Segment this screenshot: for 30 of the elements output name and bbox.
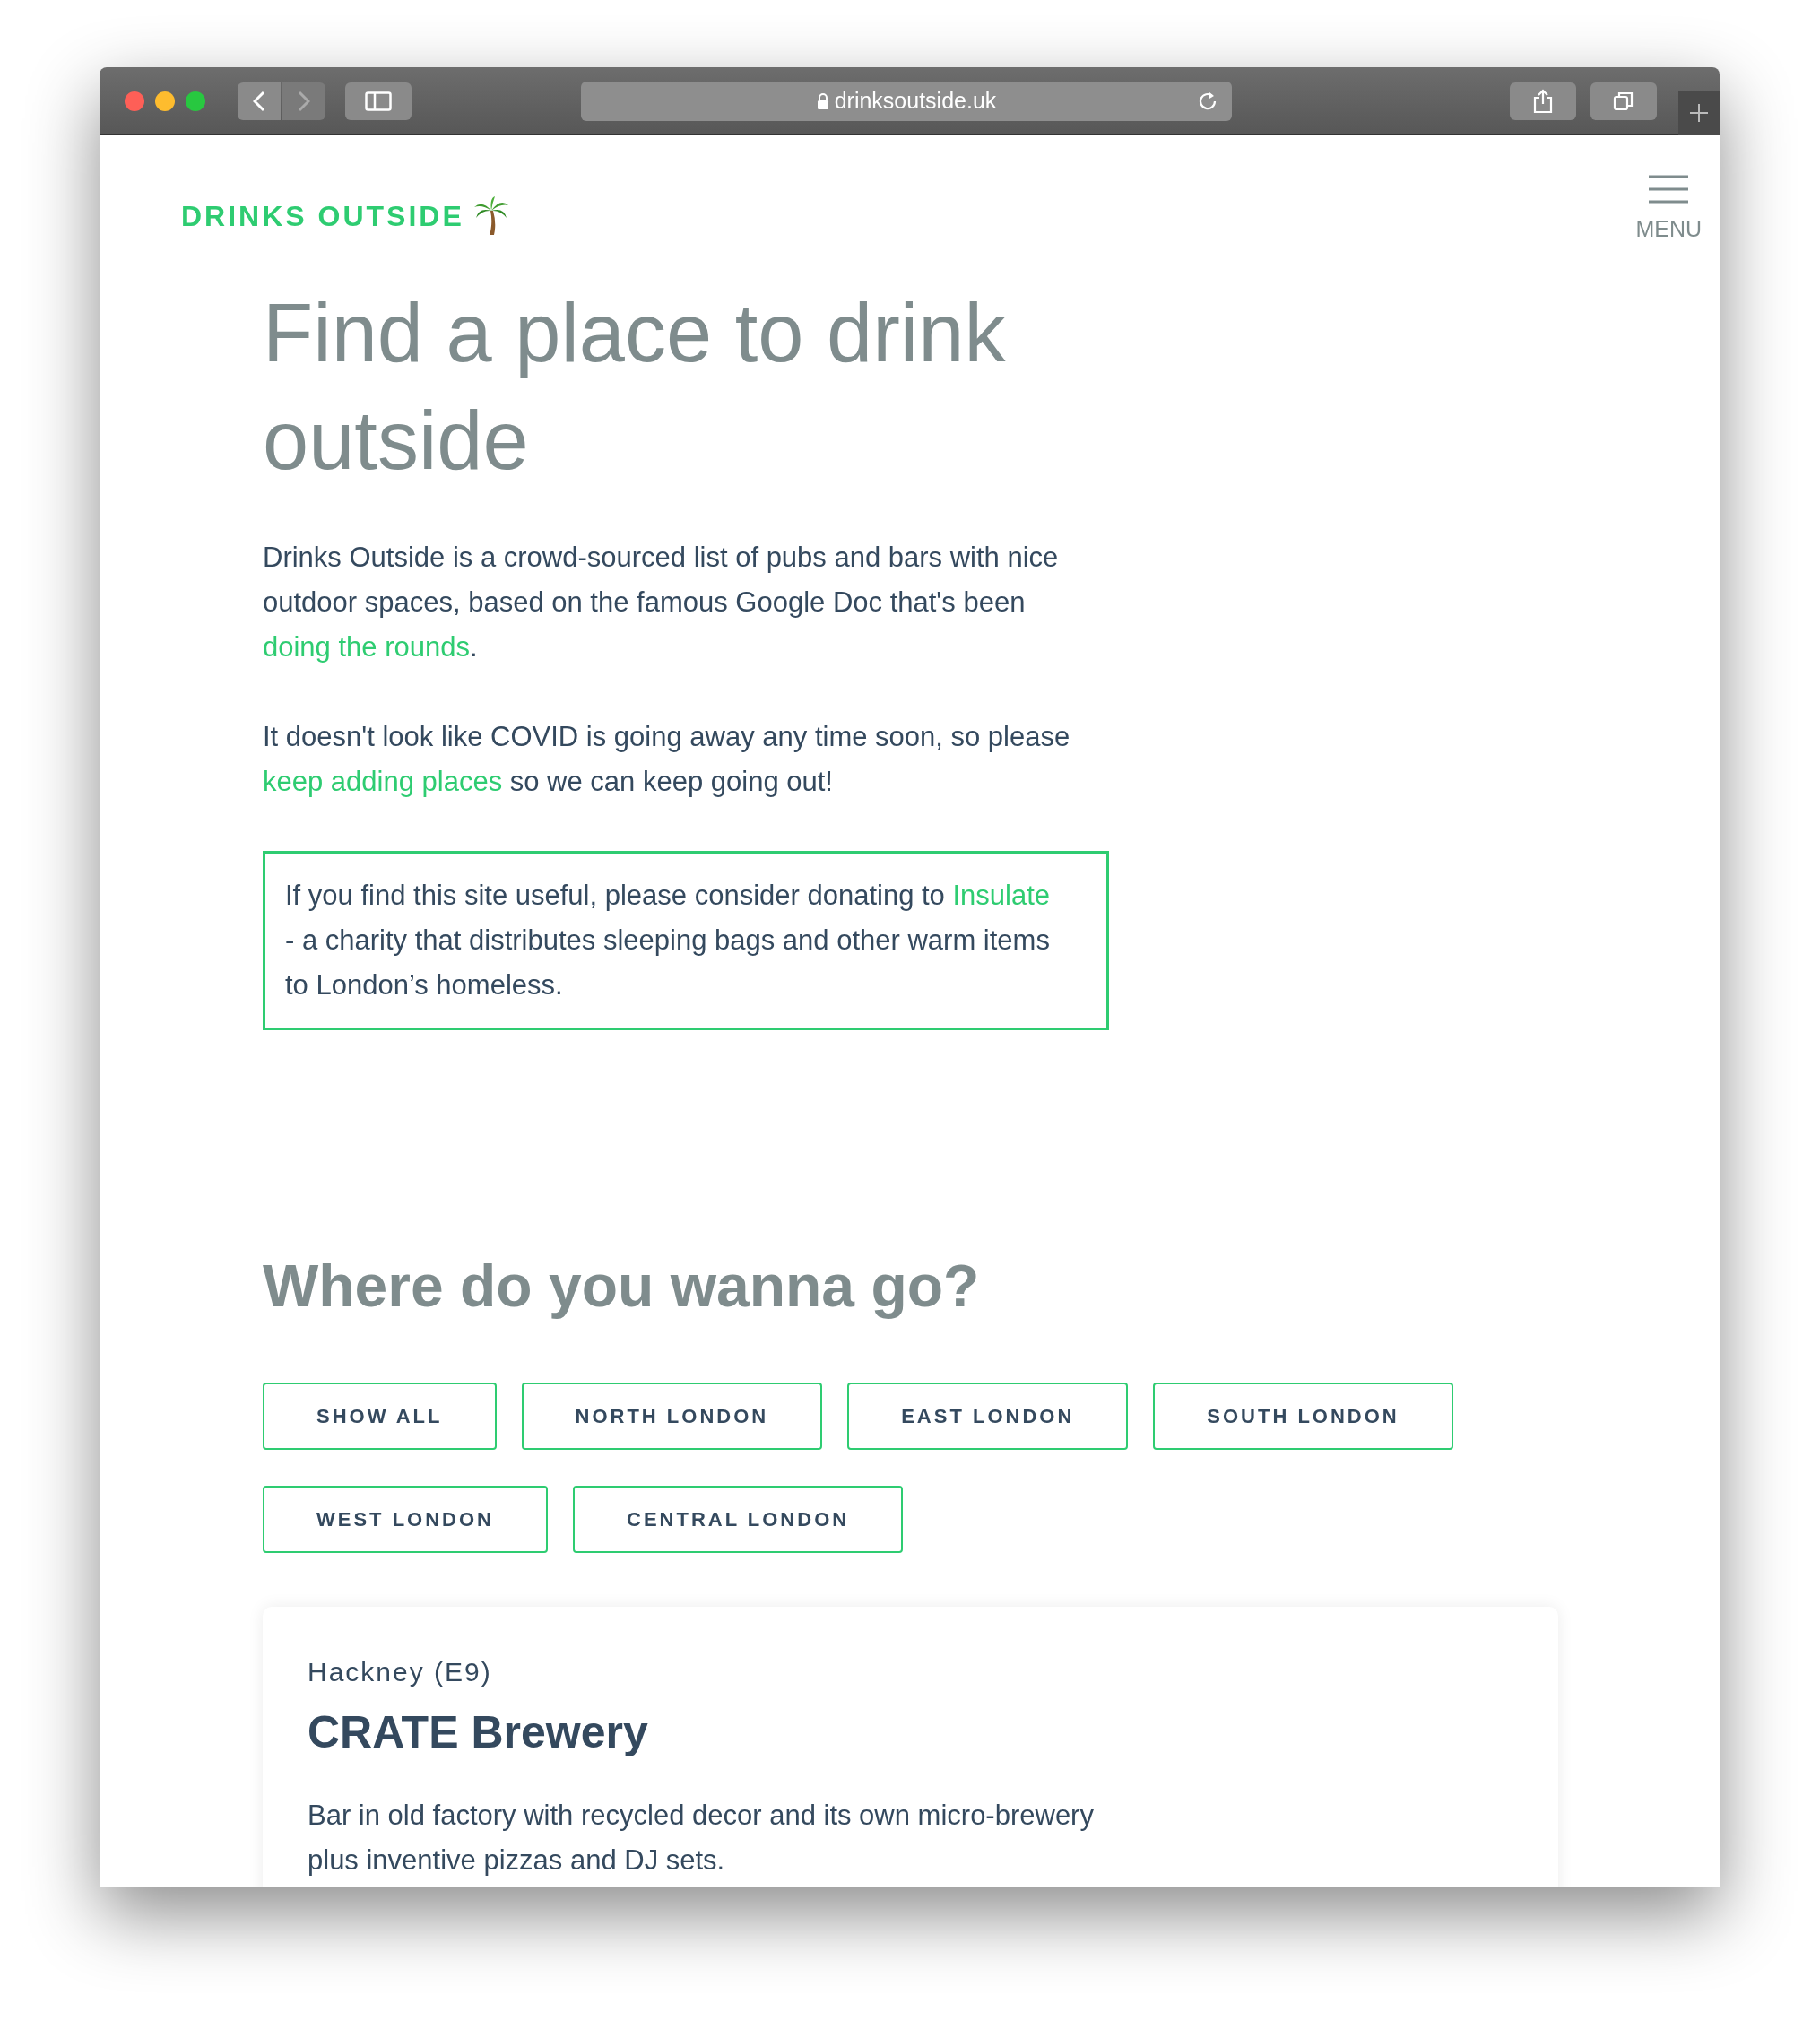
share-icon bbox=[1532, 88, 1554, 114]
venue-name: CRATE Brewery bbox=[308, 1705, 649, 1759]
filter-button[interactable]: SOUTH LONDON bbox=[1153, 1382, 1453, 1450]
venue-area: Hackney (E9) bbox=[308, 1651, 1513, 1692]
tabs-button[interactable] bbox=[1590, 82, 1657, 120]
page-title: Find a place to drink outside bbox=[263, 285, 1007, 488]
back-button[interactable] bbox=[238, 82, 281, 120]
filter-button[interactable]: NORTH LONDON bbox=[521, 1382, 823, 1450]
filter-button[interactable]: SHOW ALL bbox=[263, 1382, 497, 1450]
filter-button[interactable]: CENTRAL LONDON bbox=[573, 1485, 904, 1553]
sidebar-icon bbox=[365, 91, 392, 111]
menu-icon bbox=[1648, 175, 1690, 204]
notice-text: If you find this site useful, please consider donating to Insulate - a charity that distributes sleeping bags and other warm items to London’s homeless. bbox=[285, 878, 1052, 1002]
new-tab-button[interactable] bbox=[1678, 90, 1720, 135]
forward-button[interactable] bbox=[282, 82, 325, 120]
url-text: drinksoutside.uk bbox=[834, 86, 997, 115]
section-heading: Where do you wanna go? bbox=[263, 1251, 981, 1321]
intro-paragraph: Drinks Outside is a crowd-sourced list of pubs and bars with nice outdoor spaces, based on the famous Google Doc that's been doing the rounds. bbox=[263, 540, 1060, 664]
lock-icon bbox=[816, 92, 829, 109]
zoom-window-button[interactable] bbox=[186, 91, 205, 111]
sidebar-button[interactable] bbox=[345, 82, 412, 120]
tabs-icon bbox=[1613, 90, 1634, 112]
filter-button[interactable]: WEST LONDON bbox=[263, 1485, 548, 1553]
palm-tree-icon bbox=[472, 196, 509, 236]
filter-button[interactable]: EAST LONDON bbox=[847, 1382, 1129, 1450]
minimize-window-button[interactable] bbox=[155, 91, 175, 111]
venue-description: Bar in old factory with recycled decor and its own micro-brewery plus inventive pizzas and DJ sets. bbox=[308, 1798, 1095, 1878]
plus-icon bbox=[1689, 102, 1709, 123]
share-button[interactable] bbox=[1510, 82, 1576, 120]
intro-paragraph: It doesn't look like COVID is going away any time soon, so please keep adding places so we can keep going out! bbox=[263, 719, 1071, 799]
